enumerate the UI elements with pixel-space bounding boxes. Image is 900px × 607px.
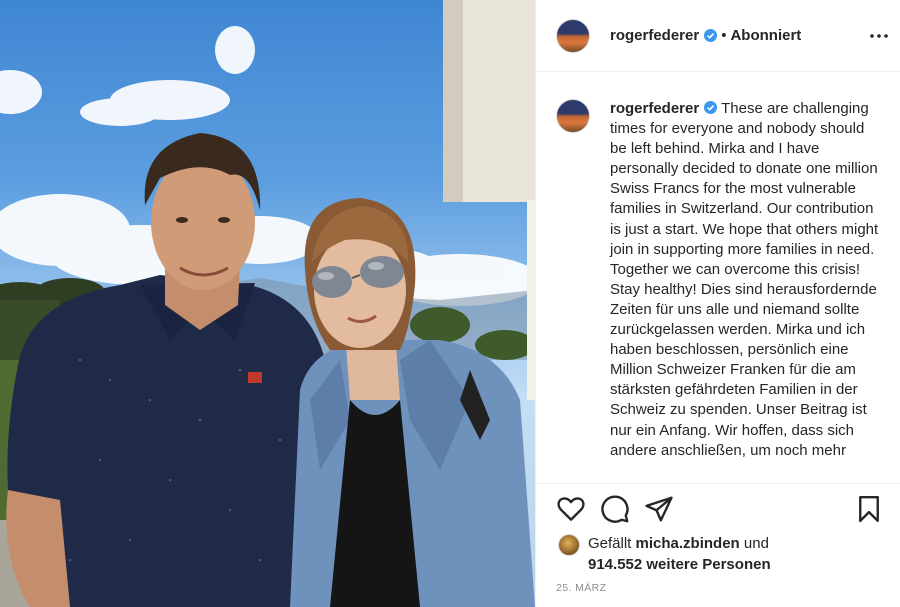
caption-body: These are challenging times for everyone… (610, 100, 879, 459)
likes-summary: Gefällt micha.zbinden und 914.552 weiter… (558, 534, 771, 575)
likes-prefix: Gefällt (588, 535, 632, 552)
paper-plane-icon[interactable] (644, 494, 674, 524)
caption: rogerfederer These are challenging times… (610, 99, 881, 483)
more-options-icon[interactable] (865, 22, 893, 50)
post-actions: Gefällt micha.zbinden und 914.552 weiter… (536, 483, 900, 607)
bookmark-icon[interactable] (854, 494, 884, 524)
comment-icon[interactable] (600, 494, 630, 524)
author-avatar[interactable] (556, 18, 590, 53)
post-header: rogerfederer • Abonniert (536, 0, 900, 72)
post-date[interactable]: 25. MÄRZ (556, 582, 606, 594)
photo-illustration (0, 0, 535, 607)
separator-dot: • (721, 27, 727, 44)
author-username[interactable]: rogerfederer (610, 27, 699, 44)
likes-count[interactable]: 914.552 weitere Personen (588, 556, 771, 573)
caption-author-avatar[interactable] (556, 99, 590, 133)
heart-icon[interactable] (556, 494, 586, 524)
action-icon-row (556, 494, 886, 526)
verified-badge-icon (704, 29, 718, 42)
likes-conjunction: und (743, 535, 769, 552)
liker-username[interactable]: micha.zbinden (636, 535, 740, 552)
verified-badge-icon (704, 101, 718, 114)
post-photo[interactable] (0, 0, 535, 607)
caption-section: rogerfederer These are challenging times… (536, 73, 900, 483)
post-side-panel: rogerfederer • Abonniert rogerfederer Th… (535, 0, 900, 607)
caption-author-username[interactable]: rogerfederer (610, 100, 699, 117)
likes-text: Gefällt micha.zbinden und 914.552 weiter… (588, 534, 771, 575)
liker-avatar[interactable] (558, 534, 580, 556)
follow-status-button[interactable]: Abonniert (730, 27, 801, 44)
